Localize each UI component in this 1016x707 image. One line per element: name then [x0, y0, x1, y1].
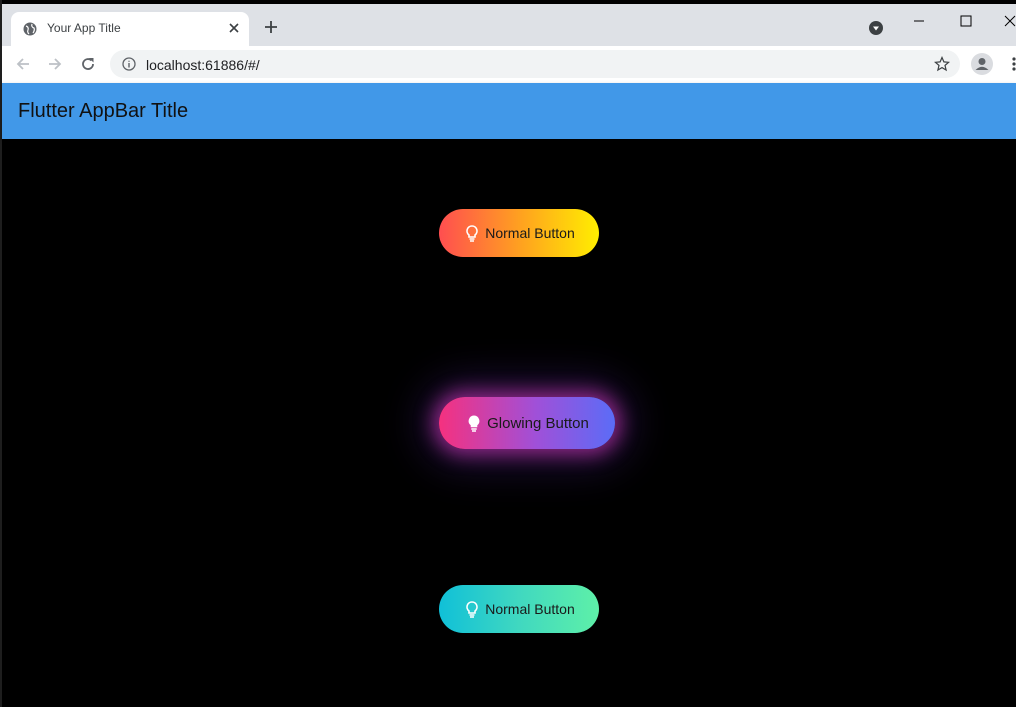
person-icon — [975, 58, 989, 70]
normal-button-bottom[interactable]: Normal Button — [439, 585, 599, 633]
url-text[interactable]: localhost:61886/#/ — [146, 57, 260, 73]
minimize-icon[interactable] — [910, 12, 928, 30]
glowing-button-label: Glowing Button — [487, 414, 589, 432]
new-tab-icon[interactable] — [262, 18, 280, 36]
profile-avatar[interactable] — [971, 53, 993, 75]
maximize-icon[interactable] — [957, 12, 975, 30]
lightbulb-icon — [468, 415, 480, 432]
kebab-menu-icon[interactable] — [1011, 56, 1016, 72]
address-bar[interactable]: localhost:61886/#/ — [110, 50, 960, 78]
close-tab-icon[interactable] — [227, 21, 241, 35]
normal-button-bottom-label: Normal Button — [485, 601, 575, 617]
app-body: Normal Button Glowing Button Normal Butt… — [2, 139, 1016, 707]
close-window-icon[interactable] — [1001, 12, 1016, 30]
browser-toolbar: localhost:61886/#/ — [2, 46, 1016, 83]
tab-title: Your App Title — [47, 21, 121, 35]
bookmark-star-icon[interactable] — [934, 56, 950, 72]
reload-icon[interactable] — [79, 55, 97, 73]
back-arrow-icon[interactable] — [14, 55, 32, 73]
normal-button-top[interactable]: Normal Button — [439, 209, 599, 257]
tab-search-dropdown-icon[interactable] — [869, 21, 883, 35]
browser-tab-strip: Your App Title — [2, 4, 1016, 46]
app-bar-title: Flutter AppBar Title — [18, 100, 189, 122]
globe-icon — [23, 22, 37, 36]
lightbulb-outline-icon — [466, 225, 478, 242]
browser-tab[interactable]: Your App Title — [11, 12, 249, 46]
site-info-icon[interactable] — [122, 57, 136, 71]
lightbulb-outline-icon — [466, 601, 478, 618]
normal-button-top-label: Normal Button — [485, 225, 575, 241]
glowing-button[interactable]: Glowing Button — [439, 397, 615, 449]
app-bar: Flutter AppBar Title — [2, 83, 1016, 139]
forward-arrow-icon[interactable] — [46, 55, 64, 73]
